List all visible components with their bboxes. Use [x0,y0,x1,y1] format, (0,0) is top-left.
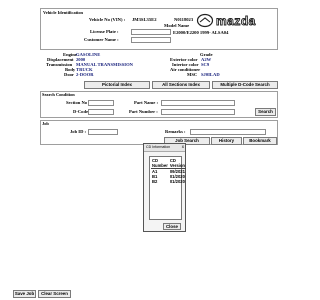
vin-value: JM3SL35E2 [132,17,157,22]
svg-text:mazda: mazda [216,14,256,28]
cd-version-cell: 01/2020 [169,179,185,184]
dialog-close-button[interactable]: Close [163,223,181,230]
customer-name-field[interactable] [131,37,171,43]
cd-version-column-header: CD Version [168,158,186,169]
section-no-label: Section No : [66,100,90,105]
license-plate-field[interactable] [131,29,171,35]
history-button[interactable]: History [211,137,242,145]
bookmark-button[interactable]: Bookmark [243,137,277,145]
customer-name-label: Customer Name : [84,37,119,42]
part-name-label: Part Name : [134,100,158,105]
cd-number-column-header: CD Number [151,158,169,169]
interior-color-value: SC9 [201,62,210,67]
mazda-logo: mazda [196,13,276,28]
model-name-value: E2000/E2200 1999- ALSA04 [173,30,229,35]
section-no-field[interactable] [88,100,114,106]
part-number-label: Part Number : [129,109,158,114]
vin-label: Vehicle No (VIN) : [89,17,126,22]
pictorial-index-button[interactable]: Pictorial Index [84,81,150,89]
job-id-label: Job ID : [70,129,87,134]
remarks-field[interactable] [190,129,266,135]
job-id-field[interactable] [88,129,118,135]
part-name-field[interactable] [161,100,235,106]
search-button[interactable]: Search [255,108,276,116]
msc-value: SJ0ILAD [201,72,220,77]
save-job-button[interactable]: Save Job [13,290,36,298]
cd-information-dialog: CD Information x CD Number CD Version A1… [143,143,186,232]
door-value: 2-DOOR [76,72,94,77]
part-number-field[interactable] [161,109,235,115]
dialog-title-bar: CD Information x [144,144,185,152]
table-row[interactable]: B2 01/2020 [151,179,186,184]
door-label: Door [64,72,74,77]
vehicle-section-title: Vehicle Identification [43,10,83,15]
search-section-title: Search Condition [42,92,75,97]
clear-screen-button[interactable]: Clear Screen [38,290,71,298]
job-section-title: Job [42,121,49,126]
remarks-label: Remarks : [165,129,186,134]
close-icon[interactable]: x [182,144,184,150]
msc-label: MSC [187,72,198,77]
dcode-field[interactable] [88,109,114,115]
license-plate-label: License Plate : [90,29,119,34]
cd-table: CD Number CD Version A1 09/2021 B1 01/20… [151,158,186,184]
cd-number-cell: B2 [152,179,158,184]
cd-table-header: CD Number CD Version [151,158,186,169]
multiple-dcode-search-button[interactable]: Multiple D-Code Search [212,81,278,89]
cd-list: CD Number CD Version A1 09/2021 B1 01/20… [149,156,186,220]
all-sections-index-button[interactable]: All Sections Index [152,81,210,89]
dialog-title: CD Information [146,145,171,149]
